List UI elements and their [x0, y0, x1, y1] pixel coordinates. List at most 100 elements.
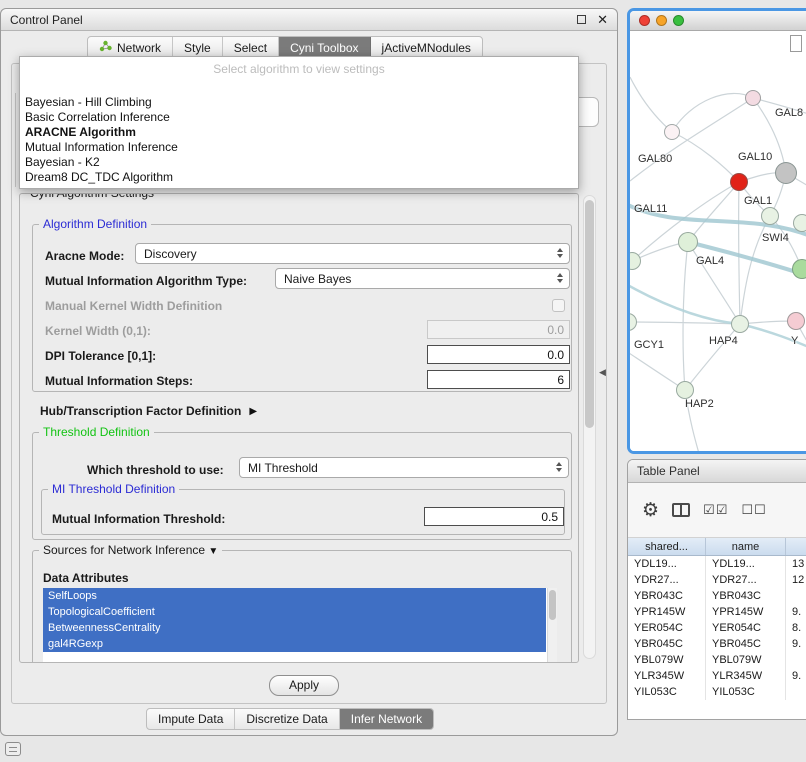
attribute-item-gal4rgexp[interactable]: gal4RGexp: [43, 636, 546, 652]
table-cell[interactable]: YLR345W: [706, 668, 786, 684]
table-cell[interactable]: YBL079W: [706, 652, 786, 668]
settings-scrollbar[interactable]: [583, 195, 596, 659]
table-cell[interactable]: YER054C: [628, 620, 706, 636]
zoom-button[interactable]: [673, 15, 684, 26]
table-cell[interactable]: YBR045C: [628, 636, 706, 652]
table-cell[interactable]: YPR145W: [628, 604, 706, 620]
network-node[interactable]: [664, 124, 680, 140]
column-header[interactable]: name: [706, 538, 786, 555]
algorithm-option-aracne-algorithm[interactable]: ARACNE Algorithm: [20, 125, 578, 140]
attribute-item-betweennesscentrality[interactable]: BetweennessCentrality: [43, 620, 546, 636]
close-window-icon[interactable]: ✕: [597, 14, 608, 26]
apply-button[interactable]: Apply: [269, 675, 339, 696]
sources-group-title[interactable]: Sources for Network Inference ▼: [39, 543, 222, 557]
dpi-tolerance-field[interactable]: [427, 345, 570, 364]
float-window-icon[interactable]: [577, 15, 586, 24]
select-all-icon[interactable]: ☑☑: [703, 502, 728, 518]
table-cell[interactable]: YIL053C: [628, 684, 706, 700]
network-node[interactable]: [775, 162, 797, 184]
mi-type-combo[interactable]: Naive Bayes: [275, 268, 570, 289]
network-canvas[interactable]: GAL8GAL80GAL10GAL11GAL1SWI4GAL4GCY1HAP4Y…: [630, 31, 806, 451]
tab-infer-network[interactable]: Infer Network: [340, 709, 433, 729]
table-row[interactable]: YPR145WYPR145W9.: [628, 604, 806, 620]
table-cell[interactable]: [786, 652, 806, 668]
attributes-scrollbar-thumb[interactable]: [549, 590, 556, 620]
table-cell[interactable]: YLR345W: [628, 668, 706, 684]
hidden-panel-toggle-icon[interactable]: [5, 742, 21, 756]
table-cell[interactable]: YBR043C: [628, 588, 706, 604]
algorithm-option-bayesian-k2[interactable]: Bayesian - K2: [20, 155, 578, 170]
algorithm-option-dream8-dc-tdc-algorithm[interactable]: Dream8 DC_TDC Algorithm: [20, 170, 578, 185]
columns-icon[interactable]: [672, 503, 690, 517]
deselect-all-icon[interactable]: ☐☐: [741, 502, 766, 518]
attribute-item-topologicalcoefficient[interactable]: TopologicalCoefficient: [43, 604, 546, 620]
table-cell[interactable]: 12: [786, 572, 806, 588]
attribute-item-selfloops[interactable]: SelfLoops: [43, 588, 546, 604]
window-title: Control Panel: [10, 13, 83, 27]
network-icon: [99, 40, 112, 55]
table-row[interactable]: YDL19...YDL19...13: [628, 556, 806, 572]
attributes-scrollbar[interactable]: [547, 588, 557, 663]
table-cell[interactable]: YBR045C: [706, 636, 786, 652]
table-cell[interactable]: YIL053C: [706, 684, 786, 700]
table-cell[interactable]: YDL19...: [628, 556, 706, 572]
table-cell[interactable]: 8.: [786, 620, 806, 636]
tab-network[interactable]: Network: [88, 37, 173, 58]
table-row[interactable]: YDR27...YDR27...12: [628, 572, 806, 588]
table-cell[interactable]: YDR27...: [706, 572, 786, 588]
table-cell[interactable]: YBR043C: [706, 588, 786, 604]
table-cell[interactable]: YBL079W: [628, 652, 706, 668]
hub-definition-disclosure[interactable]: Hub/Transcription Factor Definition ▶: [40, 404, 257, 418]
network-node[interactable]: [678, 232, 698, 252]
manual-kernel-label: Manual Kernel Width Definition: [45, 299, 222, 313]
table-row[interactable]: YER054CYER054C8.: [628, 620, 806, 636]
settings-scrollbar-thumb[interactable]: [585, 200, 594, 428]
splitter-collapse-arrow[interactable]: ◀: [599, 367, 606, 378]
table-row[interactable]: YBR045CYBR045C9.: [628, 636, 806, 652]
tab-discretize-data[interactable]: Discretize Data: [235, 709, 339, 729]
algorithm-option-basic-correlation-inference[interactable]: Basic Correlation Inference: [20, 110, 578, 125]
table-cell[interactable]: YPR145W: [706, 604, 786, 620]
tab-style[interactable]: Style: [173, 37, 223, 58]
table-row[interactable]: YBL079WYBL079W: [628, 652, 806, 668]
mi-threshold-field[interactable]: [424, 507, 564, 526]
manual-kernel-checkbox[interactable]: [552, 299, 565, 312]
table-cell[interactable]: 13: [786, 556, 806, 572]
table-cell[interactable]: YDL19...: [706, 556, 786, 572]
column-header[interactable]: shared...: [628, 538, 706, 555]
table-row[interactable]: YLR345WYLR345W9.: [628, 668, 806, 684]
network-node[interactable]: [792, 259, 806, 279]
tab-cyni-toolbox[interactable]: Cyni Toolbox: [279, 37, 370, 58]
network-node[interactable]: [793, 214, 806, 232]
network-node[interactable]: [731, 315, 749, 333]
tab-select[interactable]: Select: [223, 37, 279, 58]
table-row[interactable]: YIL053CYIL053C: [628, 684, 806, 700]
network-node[interactable]: [730, 173, 748, 191]
network-node[interactable]: [676, 381, 694, 399]
table-cell[interactable]: YER054C: [706, 620, 786, 636]
algorithm-option-bayesian-hill-climbing[interactable]: Bayesian - Hill Climbing: [20, 95, 578, 110]
which-threshold-combo[interactable]: MI Threshold: [239, 457, 569, 478]
close-button[interactable]: [639, 15, 650, 26]
minimize-button[interactable]: [656, 15, 667, 26]
table-row[interactable]: YBR043CYBR043C: [628, 588, 806, 604]
aracne-mode-combo[interactable]: Discovery: [135, 243, 570, 264]
algorithm-option-mutual-information-inference[interactable]: Mutual Information Inference: [20, 140, 578, 155]
network-node[interactable]: [761, 207, 779, 225]
settings-icon[interactable]: ⚙: [642, 499, 659, 522]
table-panel-toolbar: ⚙ ☑☑ ☐☐: [628, 483, 806, 538]
network-node[interactable]: [745, 90, 761, 106]
column-header[interactable]: [786, 538, 806, 555]
network-node[interactable]: [787, 312, 805, 330]
mi-steps-field[interactable]: [427, 370, 570, 389]
triangle-down-icon[interactable]: ▼: [208, 546, 218, 557]
tab-jactivemnodules[interactable]: jActiveMNodules: [371, 37, 482, 58]
table-cell[interactable]: [786, 684, 806, 700]
table-cell[interactable]: 9.: [786, 668, 806, 684]
table-cell[interactable]: 9.: [786, 604, 806, 620]
kernel-width-field[interactable]: [427, 320, 570, 339]
table-cell[interactable]: YDR27...: [628, 572, 706, 588]
tab-impute-data[interactable]: Impute Data: [147, 709, 235, 729]
table-cell[interactable]: 9.: [786, 636, 806, 652]
table-cell[interactable]: [786, 588, 806, 604]
